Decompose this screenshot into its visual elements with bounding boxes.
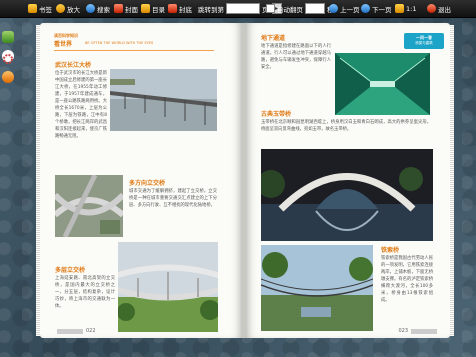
autoflip-checkbox[interactable] bbox=[266, 4, 275, 13]
section-body: 玉带桥在北京颐和园昆明湖西堤上，桥身用汉白玉和青白石砌成，高大的拱券呈蛋尖形，桥… bbox=[261, 120, 431, 132]
prev-page-button[interactable]: 上一页 bbox=[329, 2, 360, 15]
left-page-number: 022 bbox=[54, 328, 96, 334]
autoflip-control: 自动翻页 秒 bbox=[266, 2, 334, 15]
back-cover-label: 封底 bbox=[179, 5, 192, 14]
page-number: 023 bbox=[398, 328, 408, 334]
exit-button[interactable]: 退出 bbox=[427, 2, 451, 15]
section-title: 多方向立交桥 bbox=[129, 180, 166, 187]
interchange-photo bbox=[55, 175, 123, 237]
section-title: 古典玉带桥 bbox=[261, 111, 292, 118]
goto-label: 跳转到第 bbox=[198, 5, 224, 14]
chain-bridge-photo bbox=[261, 245, 373, 331]
arrow-left-icon bbox=[329, 4, 338, 13]
section-title: 多层立交桥 bbox=[55, 267, 86, 274]
section-body: 上海延安路、南北高架的立交桥，是国内最大的立交桥之一，分五层，结构复杂，设计巧妙… bbox=[55, 276, 115, 309]
section-body: 位于武汉市的长江大桥是新中国成立后修建的第一座长江大桥，在1955年动工修建，于… bbox=[55, 71, 107, 139]
multilevel-bridge-photo bbox=[118, 242, 218, 332]
right-page[interactable]: 一问一答 桥梁与建筑 地下通道 地下通道是指修建在路面以下的人行通道，行人可以通… bbox=[245, 23, 450, 338]
page-number: 022 bbox=[86, 328, 96, 334]
search-icon bbox=[86, 4, 95, 13]
bookmark-label: 书签 bbox=[39, 5, 52, 14]
cover-button[interactable]: 封面 bbox=[114, 2, 138, 15]
page-number-bar bbox=[411, 328, 437, 334]
header-title-en: BE OFTEN THE WORLD WITH THE EYES bbox=[85, 41, 154, 45]
right-page-edge bbox=[450, 25, 454, 336]
section-body: 铁索桥是我国古代劳动人民的一项发明，它用铁索连接两岸，上铺木板，下面无桥墩支撑。… bbox=[381, 256, 433, 303]
page-header: 读百科学知识 看世界 bbox=[54, 33, 78, 48]
search-button[interactable]: 搜索 bbox=[86, 2, 110, 15]
bookmark-icon bbox=[28, 4, 37, 13]
toc-icon bbox=[141, 4, 150, 13]
actual-size-button[interactable]: 1:1 bbox=[395, 2, 416, 15]
prev-label: 上一页 bbox=[340, 5, 360, 14]
arrow-right-icon bbox=[361, 4, 370, 13]
info-icon[interactable] bbox=[2, 71, 14, 83]
back-cover-icon bbox=[168, 4, 177, 13]
zoom-in-icon bbox=[56, 4, 65, 13]
section-body: 地下通道是指修建在路面以下的人行通道，行人可以通过地下通道穿越马路，避免与车辆发… bbox=[261, 44, 331, 70]
book-spread: 读百科学知识 看世界 BE OFTEN THE WORLD WITH THE E… bbox=[36, 23, 454, 338]
autoflip-label: 自动翻页 bbox=[277, 5, 303, 14]
left-page[interactable]: 读百科学知识 看世界 BE OFTEN THE WORLD WITH THE E… bbox=[40, 23, 243, 338]
gear-icon[interactable] bbox=[2, 50, 14, 64]
section-title: 地下通道 bbox=[261, 35, 286, 42]
tunnel-photo bbox=[335, 53, 430, 115]
section-body: 城市交通为了缓解拥挤，建起了立交桥。立交桥是一种在城市重要交通交汇点建立的上下分… bbox=[129, 189, 217, 208]
zoom-label: 放大 bbox=[67, 5, 80, 14]
exit-label: 退出 bbox=[438, 5, 451, 14]
page-number-bar bbox=[57, 328, 83, 334]
toc-label: 目录 bbox=[152, 5, 165, 14]
search-label: 搜索 bbox=[97, 5, 110, 14]
back-cover-button[interactable]: 封底 bbox=[168, 2, 192, 15]
exit-icon bbox=[427, 4, 436, 13]
section-title: 武汉长江大桥 bbox=[55, 62, 92, 69]
toc-button[interactable]: 目录 bbox=[141, 2, 165, 15]
bridge-photo bbox=[110, 69, 217, 131]
header-rule bbox=[54, 50, 214, 51]
header-subtitle: 看世界 bbox=[54, 41, 73, 48]
autoflip-seconds-input[interactable] bbox=[305, 3, 325, 14]
jade-belt-bridge-photo bbox=[261, 149, 433, 241]
right-page-number: 023 bbox=[398, 328, 440, 334]
badge-subtitle: 桥梁与建筑 bbox=[415, 41, 433, 45]
actual-size-icon bbox=[395, 4, 404, 13]
section-body-cont bbox=[55, 142, 215, 162]
header-badge: 一问一答 桥梁与建筑 bbox=[404, 33, 444, 49]
zoom-in-button[interactable]: 放大 bbox=[56, 2, 80, 15]
cover-icon bbox=[114, 4, 123, 13]
next-page-button[interactable]: 下一页 bbox=[361, 2, 392, 15]
thumbnail-icon[interactable] bbox=[2, 31, 14, 43]
next-label: 下一页 bbox=[372, 5, 392, 14]
ratio-label: 1:1 bbox=[406, 4, 417, 13]
bookmark-button[interactable]: 书签 bbox=[28, 2, 52, 15]
page-number-input[interactable] bbox=[226, 3, 260, 14]
cover-label: 封面 bbox=[125, 5, 138, 14]
section-title: 铁索桥 bbox=[381, 247, 400, 254]
toolbar: 书签 放大 搜索 封面 目录 封底 跳转到第 页 ▸ 自动翻页 秒 上一页 下一… bbox=[0, 0, 476, 18]
